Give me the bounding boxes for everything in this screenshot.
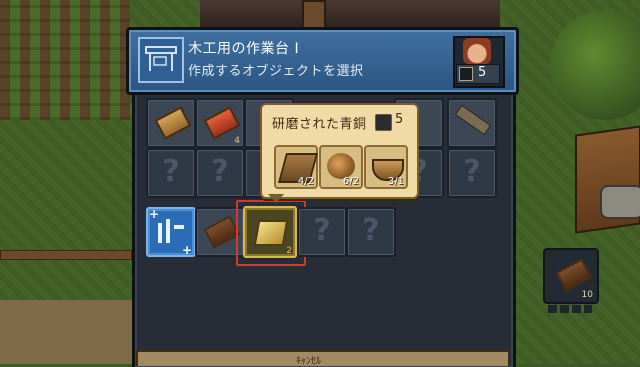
ingredient-qty: 4/2 — [297, 176, 314, 187]
unknown-recipe-slot[interactable] — [447, 148, 497, 198]
plus-icon: + — [181, 243, 192, 257]
fence — [0, 250, 132, 260]
cancel-label: ｷｬﾝｾﾙ — [296, 356, 321, 367]
slot-qty: 4 — [234, 136, 240, 146]
unknown-recipe-slot[interactable] — [195, 148, 245, 198]
tech-point-icon — [459, 67, 473, 81]
unknown-recipe-slot[interactable] — [146, 148, 196, 198]
polished-bronze-icon — [253, 220, 289, 246]
side-slot-dots — [548, 305, 592, 313]
tooltip-cost: 5 — [395, 112, 404, 127]
side-inventory-slot[interactable]: 10 — [543, 248, 599, 304]
plus-icon: + — [149, 207, 160, 221]
slot-qty: 2 — [286, 246, 292, 256]
log-icon — [555, 258, 593, 292]
blueprint-icon — [138, 37, 184, 83]
red-plank-icon — [203, 106, 241, 140]
saw-icon — [454, 104, 492, 136]
ingredient-bowl: 3/1 — [364, 145, 408, 189]
panel-subtitle: 作成するオブジェクトを選択 — [188, 64, 364, 79]
stone — [600, 185, 640, 219]
recipe-slot-polished-bronze[interactable]: 2 — [243, 206, 297, 258]
unknown-recipe-slot[interactable] — [346, 207, 396, 257]
level-value: 5 — [478, 65, 487, 80]
recipe-slot-red-plank[interactable]: 4 — [195, 98, 245, 148]
ingredient-qty: 6/2 — [342, 176, 359, 187]
dark-planks-icon — [203, 215, 241, 249]
unknown-recipe-slot[interactable] — [297, 207, 347, 257]
recipe-slot-saw[interactable] — [447, 98, 497, 148]
tech-point-icon — [375, 114, 392, 131]
ingredient-qty: 3/1 — [387, 176, 404, 187]
blueprint-slot[interactable]: + + — [146, 207, 196, 257]
crop-field — [0, 0, 130, 120]
tooltip-title: 研磨された青銅 — [272, 117, 367, 132]
panel-title: 木工用の作業台 I — [188, 41, 300, 57]
wooden-plank-icon — [154, 106, 192, 140]
dirt-path — [0, 300, 140, 364]
house-door — [302, 0, 326, 30]
ingredient-wooden-tool: 4/2 — [274, 145, 319, 189]
recipe-slot-wooden-plank[interactable] — [146, 98, 196, 148]
side-slot-qty: 10 — [581, 290, 593, 300]
ingredient-bronze-ore: 6/2 — [319, 145, 363, 189]
avatar — [463, 38, 491, 64]
tooltip-pointer — [268, 194, 284, 203]
